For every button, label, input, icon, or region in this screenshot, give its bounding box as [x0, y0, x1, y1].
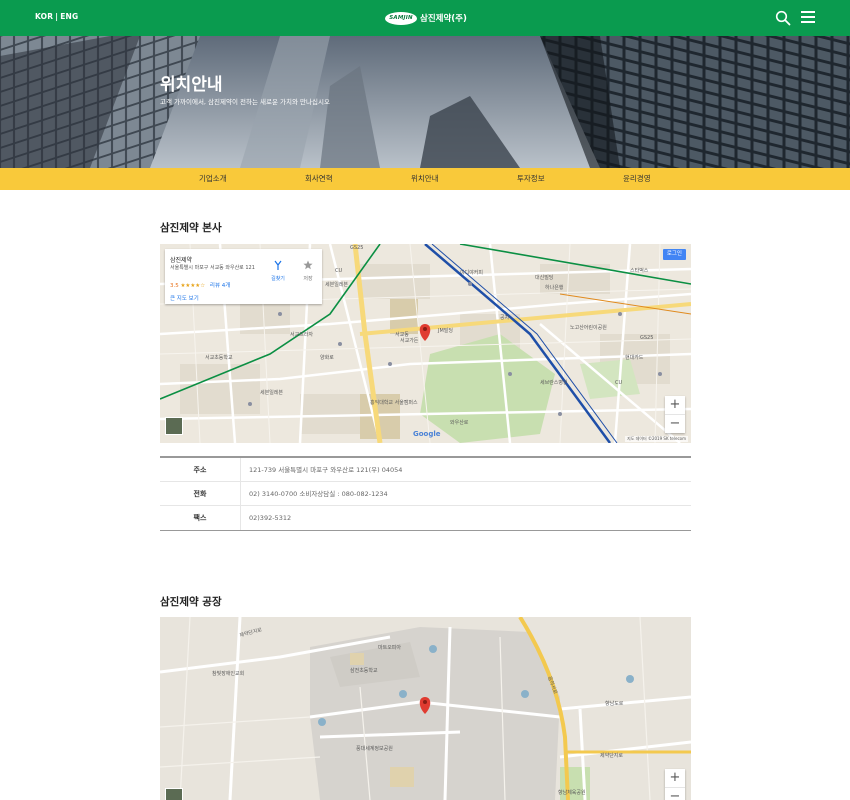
reviews-link[interactable]: 리뷰 4개 — [210, 283, 230, 289]
place-address: 서울특별시 마포구 서교동 와우산로 121 — [170, 265, 255, 271]
larger-map-link[interactable]: 큰 지도 보기 — [170, 294, 199, 302]
table-row: 전화 02) 3140-0700 소비자상담실 : 080-082-1234 — [160, 481, 691, 506]
svg-text:이디야커피: 이디야커피 — [460, 269, 483, 276]
hero-banner: 위치안내 고객 가까이에서, 삼진제약이 전하는 새로운 가치와 만나십시오 — [0, 36, 850, 168]
svg-text:현대카드: 현대카드 — [625, 354, 644, 361]
map-attribution: 지도 데이터 ©2019 SK telecom — [625, 436, 688, 442]
map-login-button[interactable]: 로그인 — [662, 249, 686, 260]
svg-text:양화로: 양화로 — [320, 354, 334, 361]
svg-text:서교가든: 서교가든 — [400, 337, 419, 344]
fax-value: 02)392-5312 — [240, 506, 291, 530]
page-title: 위치안내 — [160, 75, 223, 95]
zoom-out-button[interactable]: − — [665, 788, 685, 800]
svg-text:향남체육공원: 향남체육공원 — [558, 789, 586, 796]
directions-button[interactable]: 길찾기 — [265, 255, 291, 282]
factory-zoom-control: + − — [665, 769, 685, 800]
svg-text:서교초등학교: 서교초등학교 — [205, 354, 233, 361]
svg-text:제약단지로: 제약단지로 — [600, 752, 623, 759]
google-logo: Google — [413, 430, 441, 438]
svg-text:서교동: 서교동 — [395, 331, 409, 338]
fax-label: 팩스 — [193, 514, 207, 522]
sub-navigation: 기업소개 회사연혁 위치안내 투자정보 윤리경영 — [0, 168, 850, 190]
svg-text:서교프라자: 서교프라자 — [290, 331, 313, 338]
factory-map-canvas[interactable]: 삼전초등학교 참빛장애인교회 마트오피아 풍대세계정보공원 음하서로 향남도로 … — [160, 617, 691, 800]
svg-text:GS25: GS25 — [350, 245, 363, 251]
svg-text:하나은행: 하나은행 — [545, 284, 564, 291]
svg-text:참빛장애인교회: 참빛장애인교회 — [212, 670, 244, 677]
table-row: 팩스 02)392-5312 — [160, 506, 691, 530]
svg-text:홍익대학교 서울캠퍼스: 홍익대학교 서울캠퍼스 — [370, 399, 418, 406]
svg-text:CU: CU — [335, 268, 342, 274]
svg-text:세븐일레븐: 세븐일레븐 — [325, 281, 348, 288]
logo-company-name: 삼진제약(주) — [420, 14, 467, 24]
satellite-toggle-thumbnail[interactable] — [165, 788, 183, 800]
login-label: 로그인 — [666, 251, 682, 257]
company-logo[interactable]: SAMJIN 삼진제약(주) — [385, 10, 467, 26]
factory-section-title: 삼진제약 공장 — [160, 596, 222, 608]
svg-text:노고산어린이공원: 노고산어린이공원 — [570, 324, 607, 331]
subnav-location[interactable]: 위치안내 — [411, 168, 439, 190]
hq-zoom-control: + − — [665, 396, 685, 433]
svg-text:스타벅스: 스타벅스 — [630, 267, 649, 274]
hero-building-image — [0, 36, 850, 168]
top-header-bar: KOR | ENG SAMJIN 삼진제약(주) — [0, 0, 850, 36]
place-rating: 3.5 ★★★★☆ 리뷰 4개 — [170, 283, 231, 289]
svg-text:마트오피아: 마트오피아 — [378, 644, 401, 651]
zoom-in-button[interactable]: + — [665, 769, 685, 787]
language-switcher: KOR | ENG — [35, 12, 78, 21]
rating-stars: ★★★★☆ — [180, 283, 206, 289]
place-name: 삼진제약 — [170, 257, 193, 264]
hq-map[interactable]: GS25 CU 세븐일레븐 서교동 서교프라자 홍익대학교 서울캠퍼스 서교초등… — [160, 244, 691, 443]
logo-mark: SAMJIN — [385, 11, 417, 25]
table-row: 주소 121-739 서울특별시 마포구 와우산로 121(우) 04054 — [160, 457, 691, 482]
save-place-button[interactable]: 저장 — [295, 255, 321, 282]
directions-icon — [274, 260, 282, 270]
subnav-history[interactable]: 회사연혁 — [305, 168, 333, 190]
svg-text:향남도로: 향남도로 — [605, 700, 624, 707]
zoom-out-button[interactable]: − — [665, 415, 685, 433]
svg-text:공차: 공차 — [500, 314, 510, 321]
svg-text:삼전초등학교: 삼전초등학교 — [350, 667, 378, 674]
lang-separator: | — [55, 12, 59, 21]
factory-map[interactable]: 삼전초등학교 참빛장애인교회 마트오피아 풍대세계정보공원 음하서로 향남도로 … — [160, 617, 691, 800]
subnav-ethics[interactable]: 윤리경영 — [623, 168, 651, 190]
subnav-investor-info[interactable]: 투자정보 — [517, 168, 545, 190]
svg-text:와우산로: 와우산로 — [450, 419, 469, 426]
satellite-toggle-thumbnail[interactable] — [165, 417, 183, 435]
svg-text:대신빌딩: 대신빌딩 — [535, 274, 553, 281]
svg-text:JM빌딩: JM빌딩 — [437, 327, 453, 334]
address-label: 주소 — [193, 465, 207, 474]
svg-text:풍대세계정보공원: 풍대세계정보공원 — [356, 745, 393, 752]
lang-kor-link[interactable]: KOR — [35, 12, 53, 21]
page-subtitle: 고객 가까이에서, 삼진제약이 전하는 새로운 가치와 만나십시오 — [160, 98, 330, 106]
hq-section-title: 삼진제약 본사 — [160, 222, 222, 234]
star-icon — [303, 260, 313, 270]
phone-value: 02) 3140-0700 소비자상담실 : 080-082-1234 — [240, 481, 388, 506]
search-icon[interactable] — [775, 10, 791, 26]
lang-eng-link[interactable]: ENG — [60, 12, 78, 21]
map-place-card: 삼진제약 서울특별시 마포구 서교동 와우산로 121 3.5 ★★★★☆ 리뷰… — [165, 249, 322, 304]
svg-text:세브란스병원: 세브란스병원 — [540, 379, 568, 386]
hq-info-table: 주소 121-739 서울특별시 마포구 와우산로 121(우) 04054 전… — [160, 456, 691, 531]
svg-text:GS25: GS25 — [640, 335, 653, 341]
phone-label: 전화 — [193, 489, 207, 498]
menu-icon[interactable] — [801, 11, 815, 25]
address-value: 121-739 서울특별시 마포구 와우산로 121(우) 04054 — [240, 457, 402, 482]
svg-text:세븐일레븐: 세븐일레븐 — [260, 389, 283, 396]
subnav-company-intro[interactable]: 기업소개 — [199, 168, 227, 190]
zoom-in-button[interactable]: + — [665, 396, 685, 414]
svg-text:CU: CU — [615, 380, 622, 386]
